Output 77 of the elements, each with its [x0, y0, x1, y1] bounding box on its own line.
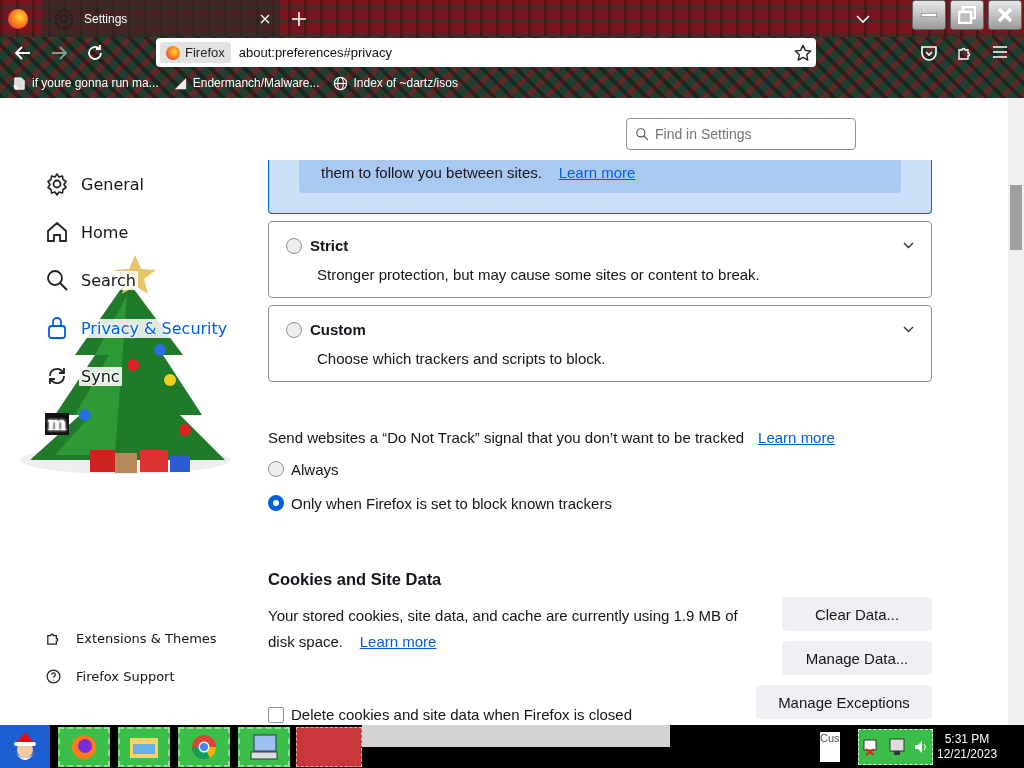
browser-tab[interactable]: Settings [42, 0, 280, 37]
identity-chip[interactable]: Firefox [160, 42, 231, 63]
storage-text: Your stored cookies, site data, and cache are currently using 1.9 MB of disk space. Learn more [268, 606, 738, 652]
taskbar-block [296, 726, 362, 767]
restore-button[interactable] [950, 0, 984, 30]
radio-option[interactable]: Only when Firefox is set to block known trackers [268, 492, 932, 514]
gear-icon [52, 6, 76, 31]
protection-card[interactable]: Custom Choose which trackers and scripts to block. [268, 305, 932, 382]
globe-icon [333, 75, 349, 91]
checkbox[interactable] [268, 706, 284, 723]
scrollbar-thumb[interactable] [1010, 185, 1022, 250]
search-icon [45, 268, 69, 292]
protection-card[interactable]: Strict Stronger protection, but may cause some sites or content to break. [268, 221, 932, 298]
computer-icon [249, 732, 279, 761]
checkbox-label[interactable]: Delete cookies and site data when Firefox is closed [291, 706, 632, 723]
help-icon [45, 667, 62, 685]
taskbar-clock[interactable]: 5:31 PM 12/21/2023 [937, 731, 998, 762]
bookmark-item[interactable]: Endermanch/Malware... [172, 75, 320, 91]
sidebar-item[interactable]: Search [45, 256, 138, 304]
search-field[interactable]: Find in Settings [626, 118, 856, 150]
card-description: Choose which trackers and scripts to block. [317, 350, 607, 367]
pocket-icon[interactable] [920, 43, 938, 62]
sidebar-link[interactable]: Firefox Support [45, 657, 175, 695]
address-bar[interactable]: Firefox about:preferences#privacy [156, 38, 816, 67]
taskbar-app[interactable] [178, 726, 230, 767]
scrollbar[interactable] [1008, 98, 1024, 725]
close-icon[interactable] [260, 13, 270, 24]
learn-more-link[interactable]: Learn more [359, 633, 437, 650]
logo-icon: m [45, 413, 69, 435]
restore-icon [958, 6, 976, 24]
new-tab-icon[interactable] [292, 11, 306, 26]
bookmark-item[interactable]: if youre gonna run ma... [12, 75, 159, 91]
taskbar-app[interactable] [118, 726, 170, 767]
home-icon [45, 220, 69, 244]
sidebar-item[interactable]: Home [45, 208, 131, 256]
lock-icon [45, 316, 69, 340]
firefox-icon [70, 732, 98, 761]
close-button[interactable] [988, 0, 1022, 30]
radio-button[interactable] [268, 461, 284, 477]
radio-button[interactable] [268, 495, 284, 511]
minimize-icon [921, 13, 937, 17]
section-heading: Cookies and Site Data [268, 570, 443, 589]
gear-icon [45, 172, 69, 196]
url-text: about:preferences#privacy [238, 45, 393, 60]
star-icon[interactable] [794, 43, 812, 62]
sidebar-link[interactable]: Extensions & Themes [45, 619, 217, 657]
data-button[interactable]: Manage Exceptions [756, 685, 932, 719]
dnt-text: Send websites a “Do Not Track” signal that you don’t want to be tracked [268, 429, 745, 446]
radio-option[interactable]: Always [268, 458, 932, 480]
data-button[interactable]: Clear Data... [782, 597, 932, 631]
protection-card[interactable]: them to follow you between sites. Learn more [268, 160, 932, 214]
card-description: Stronger protection, but may cause some sites or content to break. [317, 266, 761, 283]
radio-button[interactable] [286, 321, 302, 338]
sidebar-item[interactable]: m [45, 400, 69, 448]
sidebar-item[interactable]: General [45, 160, 147, 208]
taskbar-app[interactable] [58, 726, 110, 767]
page-icon [12, 75, 27, 91]
start-button[interactable] [0, 725, 50, 768]
radio-button[interactable] [286, 237, 302, 254]
chevron-down-icon[interactable] [903, 242, 914, 249]
close-icon [997, 7, 1013, 23]
learn-more-link[interactable]: Learn more [758, 429, 835, 446]
bookmark-item[interactable]: Index of ~dartz/isos [333, 75, 458, 91]
sidebar-item[interactable]: Sync [45, 352, 122, 400]
chrome-icon [190, 732, 218, 761]
monitor-icon[interactable] [887, 736, 908, 757]
sidebar-item[interactable]: Privacy & Security [45, 304, 230, 352]
firefox-logo-icon[interactable] [8, 8, 28, 29]
description-text: them to follow you between sites. [321, 164, 542, 181]
tray-label: Cus [820, 731, 840, 762]
minimize-button[interactable] [912, 0, 946, 30]
card-title: Strict [310, 237, 349, 254]
chevron-down-icon[interactable] [903, 326, 914, 333]
data-button[interactable]: Manage Data... [782, 641, 932, 675]
card-title: Custom [310, 321, 366, 338]
menu-icon[interactable] [992, 43, 1008, 60]
taskbar-app[interactable] [238, 726, 290, 767]
